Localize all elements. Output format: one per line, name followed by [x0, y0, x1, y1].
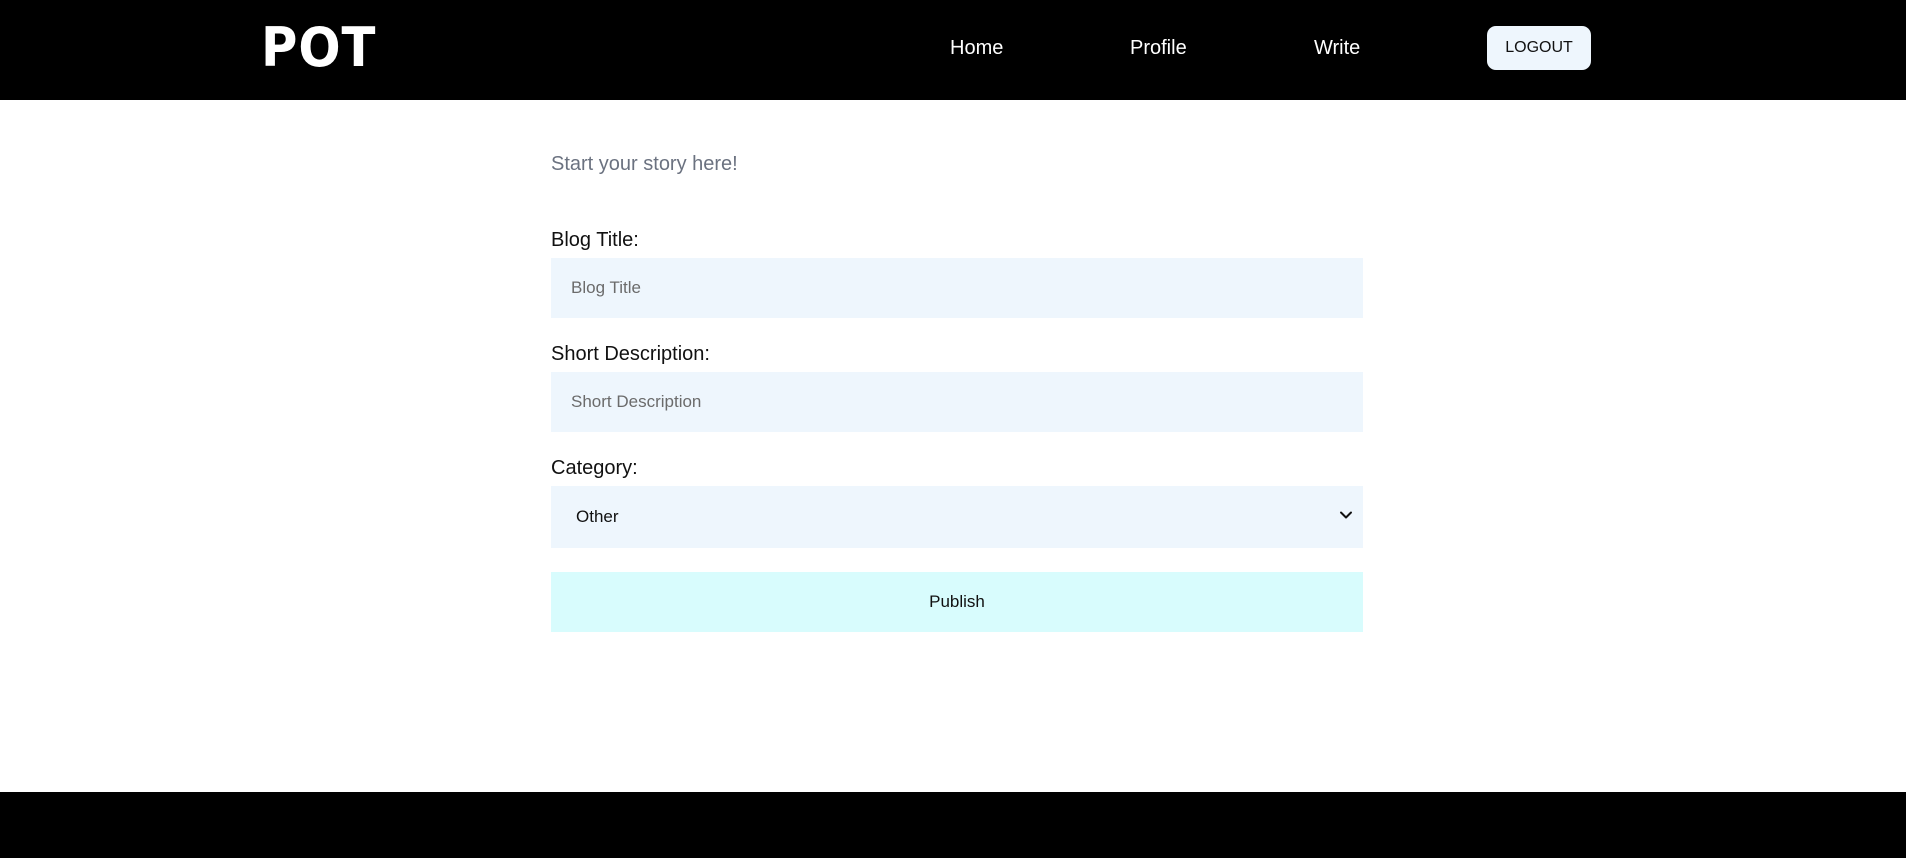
top-navbar: POT Home Profile Write LOGOUT	[0, 0, 1906, 100]
category-selected-value: Other	[576, 507, 619, 526]
category-select[interactable]: Other	[551, 486, 1363, 548]
publish-button[interactable]: Publish	[551, 572, 1363, 632]
nav-home-link[interactable]: Home	[950, 36, 1003, 60]
page-footer	[0, 792, 1906, 858]
category-label: Category:	[551, 457, 638, 479]
nav-profile-link[interactable]: Profile	[1130, 36, 1187, 60]
blog-title-input[interactable]	[551, 258, 1363, 318]
site-logo[interactable]: POT	[261, 18, 376, 78]
nav-write-link[interactable]: Write	[1314, 36, 1360, 60]
blog-title-label: Blog Title:	[551, 229, 639, 251]
chevron-down-icon	[1340, 511, 1352, 519]
logout-button[interactable]: LOGOUT	[1487, 26, 1591, 70]
intro-text: Start your story here!	[551, 153, 738, 175]
short-description-label: Short Description:	[551, 343, 710, 365]
short-description-input[interactable]	[551, 372, 1363, 432]
